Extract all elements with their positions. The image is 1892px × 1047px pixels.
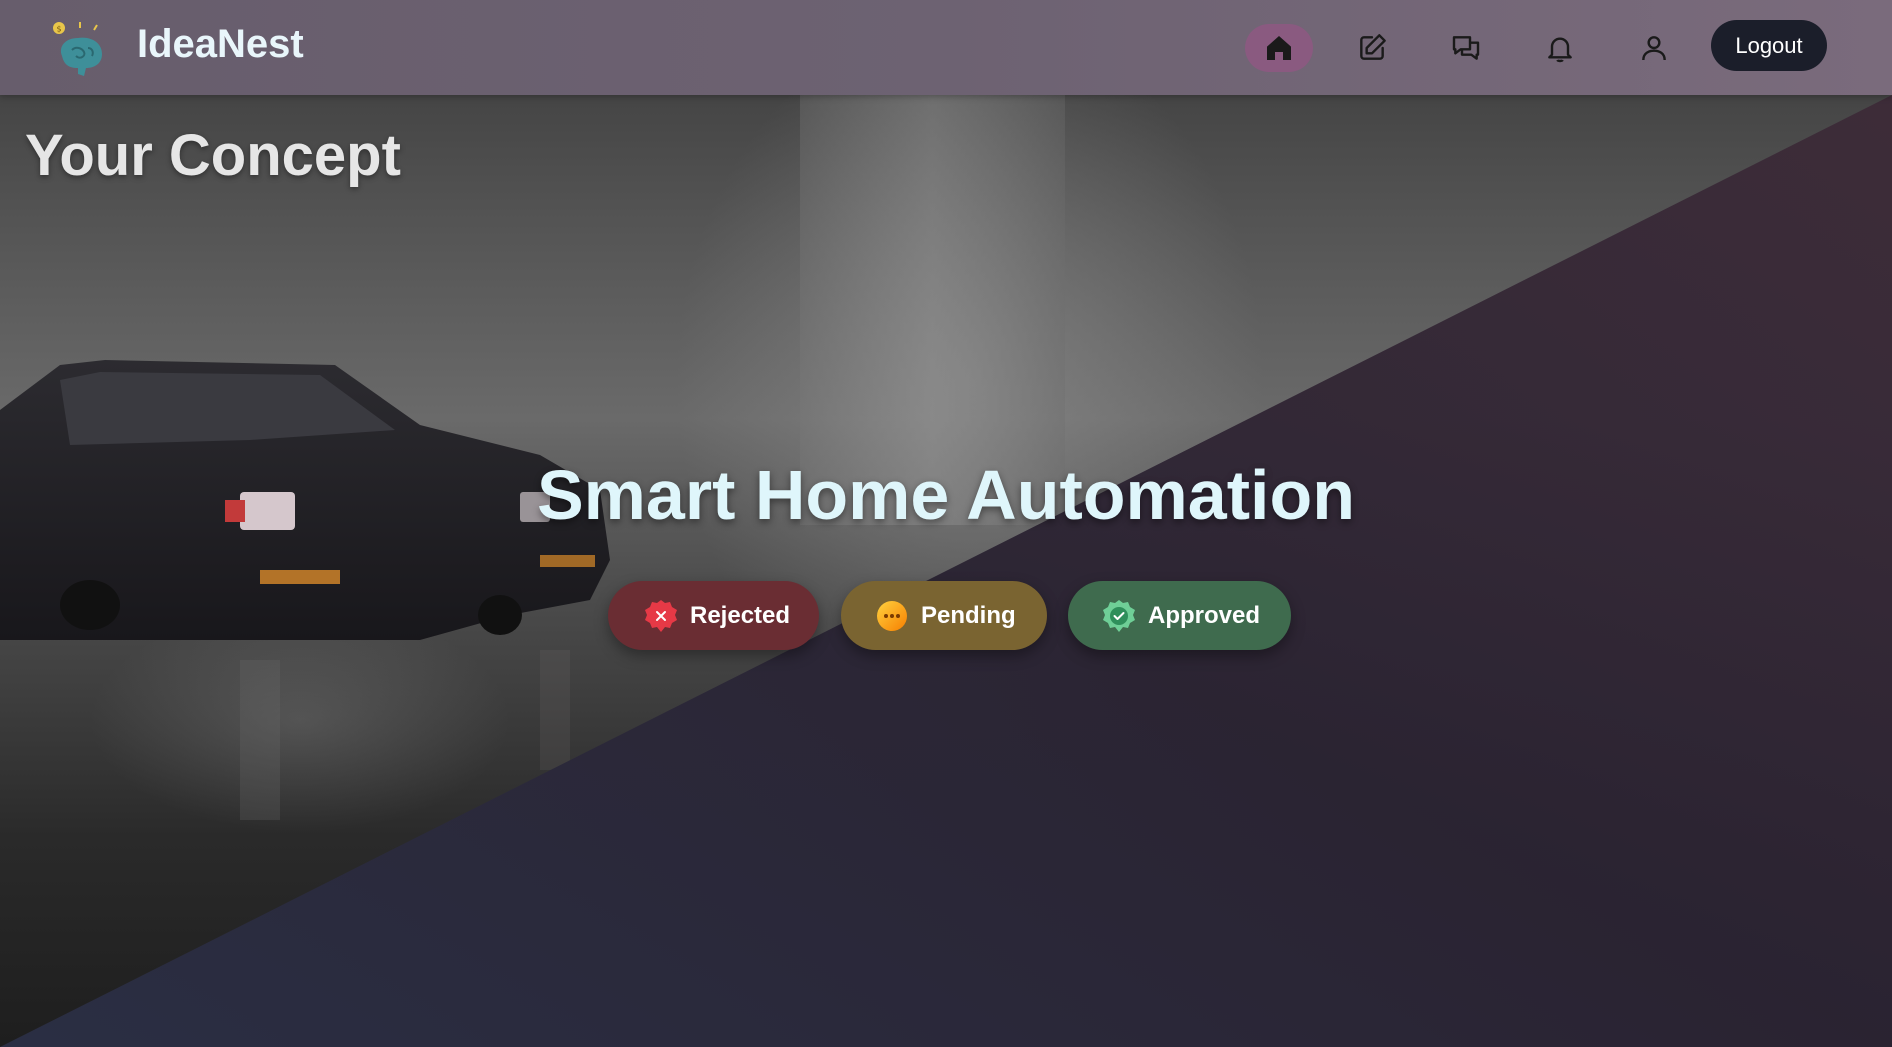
dots-icon: [875, 599, 909, 633]
pending-button[interactable]: Pending: [841, 581, 1047, 650]
logout-button[interactable]: Logout: [1711, 20, 1827, 71]
nav-chat-button[interactable]: [1432, 24, 1500, 72]
brand-name[interactable]: IdeaNest: [137, 22, 304, 67]
chat-icon: [1452, 36, 1480, 60]
status-buttons: Rejected Pending Approved: [0, 581, 1892, 651]
user-icon: [1642, 36, 1666, 61]
pending-label: Pending: [921, 601, 1016, 629]
nav-notifications-button[interactable]: [1526, 24, 1594, 72]
page-title: Your Concept: [25, 123, 401, 188]
approved-button[interactable]: Approved: [1068, 581, 1291, 650]
concept-title: Smart Home Automation: [536, 456, 1356, 534]
nav-home-button[interactable]: [1245, 24, 1313, 72]
rejected-button[interactable]: Rejected: [608, 581, 819, 650]
approved-label: Approved: [1148, 601, 1261, 629]
home-icon: [1267, 36, 1291, 60]
x-badge-icon: [644, 599, 678, 633]
app-page: $ IdeaNest Logout Your Concept Smart Hom…: [0, 0, 1892, 1047]
nav-edit-button[interactable]: [1338, 24, 1406, 72]
svg-text:$: $: [57, 25, 62, 34]
nav-profile-button[interactable]: [1620, 24, 1688, 72]
check-badge-icon: [1102, 599, 1136, 633]
brain-logo-icon: $: [53, 22, 102, 76]
top-navbar: $ IdeaNest Logout: [0, 0, 1892, 95]
rejected-label: Rejected: [690, 601, 791, 629]
bell-icon: [1548, 37, 1572, 63]
edit-icon: [1360, 34, 1386, 60]
